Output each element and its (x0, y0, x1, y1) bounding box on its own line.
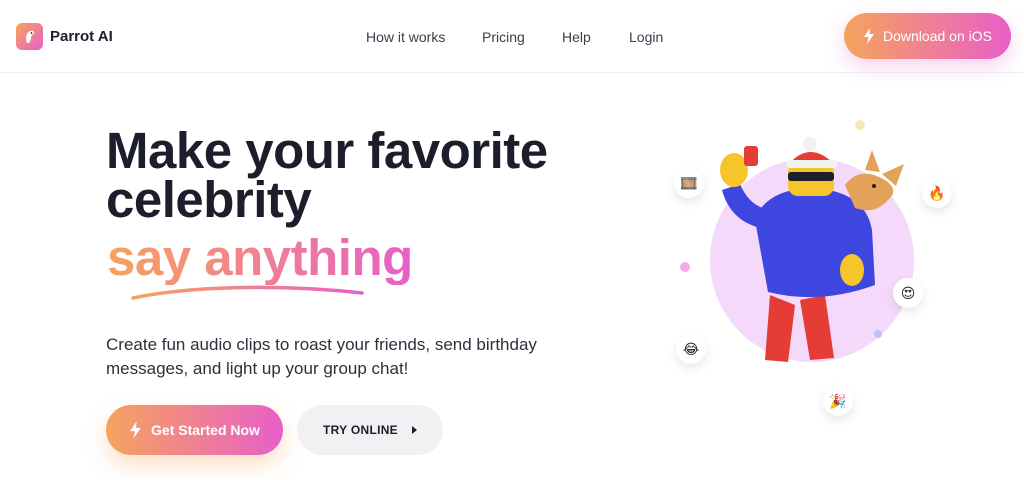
try-online-button[interactable]: TRY ONLINE (297, 405, 443, 455)
hero-illustration: 🎞️ 🔥 😍 😂 🎉 (660, 110, 960, 430)
lightning-icon (864, 28, 875, 44)
accent-underline (131, 285, 364, 300)
hero-subtitle: Create fun audio clips to roast your fri… (106, 335, 537, 378)
play-caret-icon (412, 426, 417, 434)
get-started-button[interactable]: Get Started Now (106, 405, 283, 455)
decor-dot (874, 330, 882, 338)
selfie-character-illustration (710, 137, 914, 362)
film-icon: 🎞️ (674, 168, 704, 198)
hero-title-line-2: celebrity (106, 171, 312, 228)
lightning-icon (130, 421, 141, 439)
hero-title-accent: say anything (107, 229, 413, 286)
decor-dot (855, 120, 865, 130)
download-ios-label: Download on iOS (883, 28, 992, 44)
heart-eyes-icon: 😍 (893, 278, 923, 308)
laughing-icon: 😂 (676, 334, 706, 364)
hero-title: Make your favorite celebrity (106, 122, 548, 228)
get-started-label: Get Started Now (151, 422, 260, 438)
nav-how-it-works[interactable]: How it works (366, 29, 445, 45)
fire-icon: 🔥 (922, 178, 952, 208)
nav-help[interactable]: Help (562, 29, 591, 45)
site-header: Parrot AI How it works Pricing Help Logi… (0, 0, 1024, 73)
nav-login[interactable]: Login (629, 29, 663, 45)
hero-title-line-1: Make your favorite (106, 122, 548, 179)
nav-pricing[interactable]: Pricing (482, 29, 525, 45)
try-online-label: TRY ONLINE (322, 423, 398, 437)
decor-dot (680, 262, 690, 272)
download-ios-button[interactable]: Download on iOS (844, 13, 1011, 59)
party-popper-icon: 🎉 (823, 386, 853, 416)
